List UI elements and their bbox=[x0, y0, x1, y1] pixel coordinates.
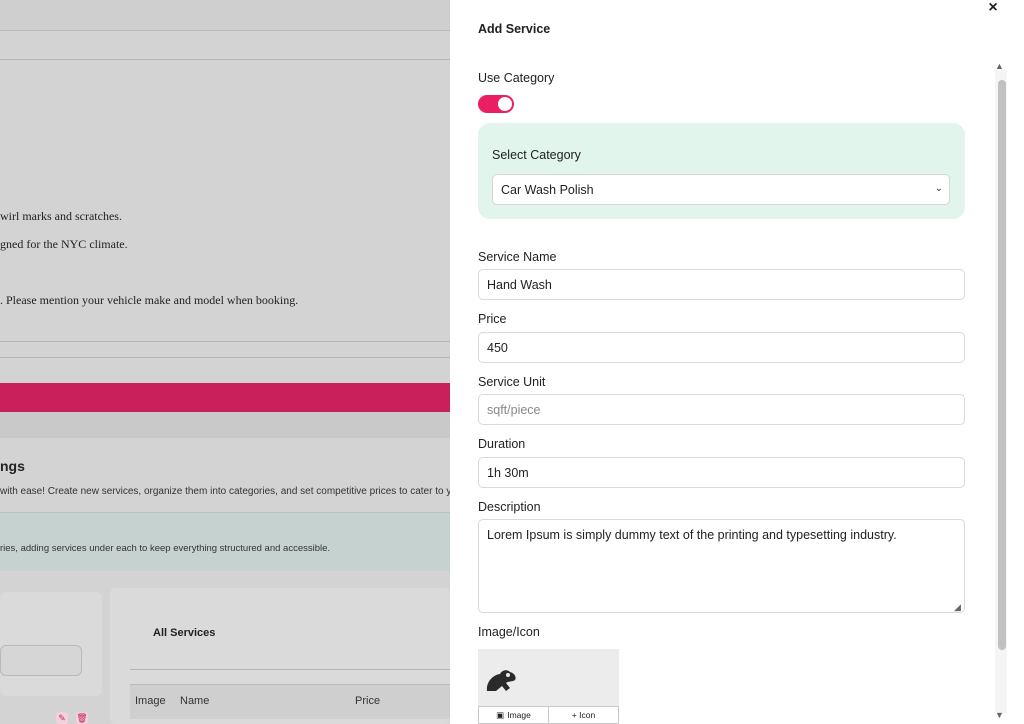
divider bbox=[0, 357, 450, 358]
section-subtext: with ease! Create new services, organize… bbox=[0, 486, 450, 497]
info-box bbox=[0, 512, 450, 571]
scrollbar-thumb[interactable] bbox=[998, 80, 1006, 650]
column-header-price: Price bbox=[355, 695, 381, 707]
select-category-value: Car Wash Polish bbox=[501, 183, 594, 197]
divider bbox=[0, 59, 450, 60]
services-table-title: All Services bbox=[153, 627, 216, 639]
price-label: Price bbox=[478, 312, 507, 326]
divider bbox=[0, 341, 450, 342]
service-unit-input[interactable] bbox=[478, 394, 965, 425]
use-category-label: Use Category bbox=[478, 71, 555, 85]
description-textarea[interactable]: Lorem Ipsum is simply dummy text of the … bbox=[478, 519, 965, 613]
close-icon[interactable]: × bbox=[985, 0, 1001, 16]
add-icon-label: + Icon bbox=[571, 710, 596, 720]
use-category-toggle[interactable] bbox=[478, 95, 514, 113]
frog-icon bbox=[486, 670, 516, 691]
background-page: wirl marks and scratches. gned for the N… bbox=[0, 0, 450, 724]
category-card bbox=[0, 592, 102, 696]
chevron-down-icon: ⌄ bbox=[934, 183, 943, 194]
description-line: gned for the NYC climate. bbox=[0, 237, 128, 251]
description-line: wirl marks and scratches. bbox=[0, 209, 122, 223]
delete-icon[interactable]: 🗑 bbox=[76, 712, 88, 724]
scroll-down-icon[interactable]: ▼ bbox=[995, 710, 1004, 720]
divider bbox=[130, 669, 450, 670]
image-icon: ▣ bbox=[496, 709, 505, 720]
resize-grip-icon[interactable]: ◢ bbox=[954, 602, 961, 613]
duration-label: Duration bbox=[478, 437, 526, 451]
service-name-label: Service Name bbox=[478, 250, 557, 264]
price-input[interactable] bbox=[478, 332, 965, 363]
service-name-input[interactable] bbox=[478, 269, 965, 300]
section-heading: ngs bbox=[0, 458, 25, 474]
scroll-up-icon[interactable]: ▲ bbox=[995, 61, 1004, 71]
description-line: . Please mention your vehicle make and m… bbox=[0, 293, 299, 307]
section-band bbox=[0, 412, 450, 438]
info-text: ries, adding services under each to keep… bbox=[0, 543, 331, 554]
column-header-image: Image bbox=[135, 695, 166, 707]
upload-image-button[interactable]: ▣ Image bbox=[479, 707, 548, 723]
background-topbar bbox=[0, 0, 450, 31]
select-category-dropdown[interactable]: Car Wash Polish ⌄ bbox=[492, 174, 950, 205]
description-label: Description bbox=[478, 500, 541, 514]
image-icon-buttons: ▣ Image + Icon bbox=[478, 706, 619, 724]
upload-image-label: Image bbox=[507, 710, 531, 720]
service-unit-label: Service Unit bbox=[478, 375, 546, 389]
add-icon-button[interactable]: + Icon bbox=[548, 707, 618, 723]
category-search-input[interactable] bbox=[0, 645, 82, 676]
edit-icon[interactable]: ✎ bbox=[56, 712, 68, 724]
toggle-knob bbox=[498, 97, 512, 111]
services-table-header bbox=[130, 684, 450, 719]
duration-input[interactable] bbox=[478, 457, 965, 488]
drawer-title: Add Service bbox=[478, 22, 551, 36]
image-icon-label: Image/Icon bbox=[478, 625, 540, 639]
select-category-label: Select Category bbox=[492, 148, 581, 162]
column-header-name: Name bbox=[180, 695, 210, 707]
save-bar[interactable] bbox=[0, 383, 450, 412]
